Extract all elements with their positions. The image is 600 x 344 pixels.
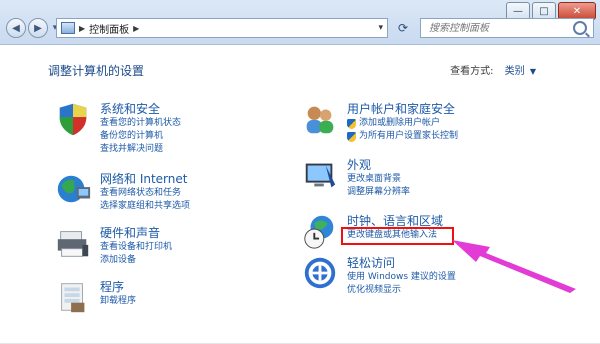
refresh-icon[interactable]: ⟳ [392, 18, 414, 38]
category-title-ease-of-access[interactable]: 轻松访问 [347, 254, 456, 271]
link-adjust-resolution[interactable]: 调整屏幕分辨率 [347, 186, 410, 199]
category-title-user-accounts[interactable]: 用户帐户和家庭安全 [347, 100, 458, 117]
link-homegroup-sharing[interactable]: 选择家庭组和共享选项 [100, 200, 190, 213]
network-globe-icon[interactable] [54, 170, 92, 208]
link-view-network-status[interactable]: 查看网络状态和任务 [100, 187, 190, 200]
link-change-desktop-background[interactable]: 更改桌面背景 [347, 173, 410, 186]
link-optimize-video-display[interactable]: 优化视频显示 [347, 284, 456, 297]
clock-globe-icon[interactable] [301, 212, 339, 250]
link-add-remove-user[interactable]: 添加或删除用户帐户 [347, 117, 458, 130]
printer-icon[interactable] [54, 224, 92, 262]
back-button[interactable]: ◀ [6, 18, 26, 38]
view-by-label: 查看方式: [450, 66, 494, 77]
title-bar: — □ ✕ ◀ ▶ ▾ ▶ 控制面板 ▶ ▾ ⟳ [0, 0, 600, 45]
category-title-system-security[interactable]: 系统和安全 [100, 100, 181, 117]
link-find-fix-problems[interactable]: 查找并解决问题 [100, 143, 181, 156]
control-panel-window: — □ ✕ ◀ ▶ ▾ ▶ 控制面板 ▶ ▾ ⟳ 调整计算机的设置 查看方式: … [0, 0, 600, 344]
page-title: 调整计算机的设置 [48, 64, 145, 78]
category-title-programs[interactable]: 程序 [100, 278, 136, 295]
category-system-security: 系统和安全 查看您的计算机状态 备份您的计算机 查找并解决问题 [54, 100, 181, 156]
link-view-computer-status[interactable]: 查看您的计算机状态 [100, 117, 181, 130]
forward-button[interactable]: ▶ [28, 18, 48, 38]
search-icon[interactable] [573, 21, 587, 35]
view-by-dropdown[interactable]: 类别 [505, 66, 525, 77]
category-user-accounts: 用户帐户和家庭安全 添加或删除用户帐户 为所有用户设置家长控制 [301, 100, 458, 143]
search-input[interactable] [427, 21, 571, 35]
nav-buttons: ◀ ▶ ▾ [6, 18, 60, 38]
control-panel-icon [61, 22, 75, 34]
category-appearance: 外观 更改桌面背景 调整屏幕分辨率 [301, 156, 410, 199]
view-by-chevron-down-icon[interactable]: ▼ [530, 67, 536, 76]
user-accounts-icon[interactable] [301, 100, 339, 138]
address-bar[interactable]: ▶ 控制面板 ▶ ▾ [56, 18, 388, 38]
view-by: 查看方式: 类别 ▼ [450, 62, 536, 77]
highlight-box [341, 227, 454, 245]
category-title-network-internet[interactable]: 网络和 Internet [100, 170, 190, 187]
link-parental-controls[interactable]: 为所有用户设置家长控制 [347, 130, 458, 143]
link-uninstall-program[interactable]: 卸载程序 [100, 295, 136, 308]
category-programs: 程序 卸载程序 [54, 278, 136, 316]
category-hardware-sound: 硬件和声音 查看设备和打印机 添加设备 [54, 224, 172, 267]
breadcrumb-chevron-icon[interactable]: ▶ [133, 24, 139, 33]
breadcrumb-control-panel[interactable]: 控制面板 [89, 21, 129, 36]
category-title-hardware-sound[interactable]: 硬件和声音 [100, 224, 172, 241]
link-use-recommended-settings[interactable]: 使用 Windows 建议的设置 [347, 271, 456, 284]
link-add-device[interactable]: 添加设备 [100, 254, 172, 267]
category-title-appearance[interactable]: 外观 [347, 156, 410, 173]
security-shield-icon[interactable] [54, 100, 92, 138]
ease-of-access-icon[interactable] [301, 254, 339, 292]
programs-icon[interactable] [54, 278, 92, 316]
category-ease-of-access: 轻松访问 使用 Windows 建议的设置 优化视频显示 [301, 254, 456, 297]
breadcrumb-separator-icon[interactable]: ▶ [79, 24, 85, 33]
annotation-arrow-icon [452, 240, 576, 293]
search-box [420, 18, 594, 38]
category-network-internet: 网络和 Internet 查看网络状态和任务 选择家庭组和共享选项 [54, 170, 190, 213]
link-view-devices-printers[interactable]: 查看设备和打印机 [100, 241, 172, 254]
address-dropdown-icon[interactable]: ▾ [378, 23, 383, 33]
link-backup-computer[interactable]: 备份您的计算机 [100, 130, 181, 143]
appearance-icon[interactable] [301, 156, 339, 194]
